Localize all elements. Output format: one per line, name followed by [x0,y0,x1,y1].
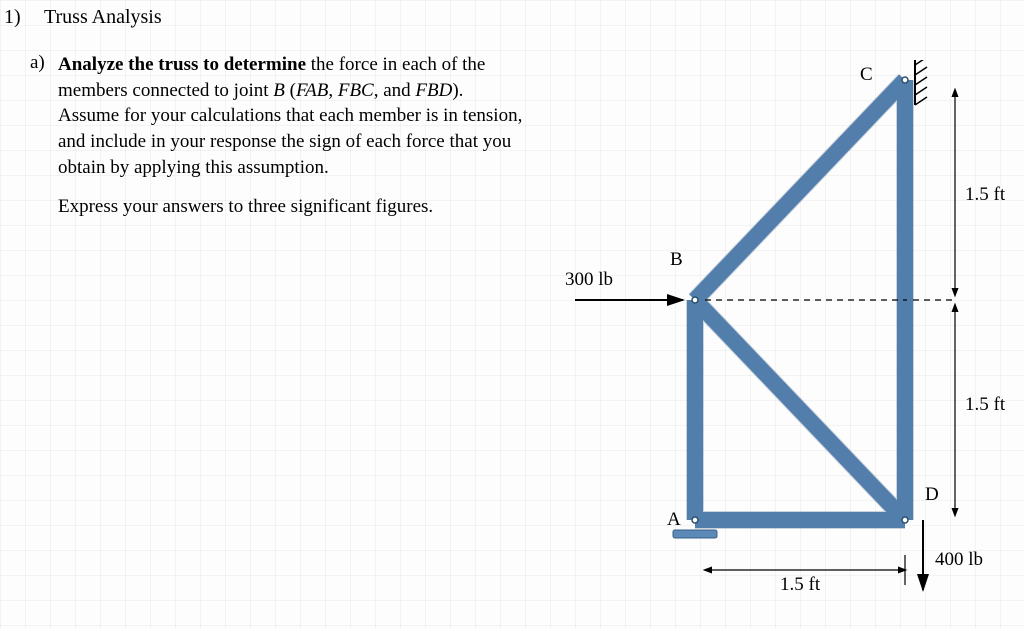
dim-label-v-top: 1.5 ft [965,184,1006,205]
dim-label-v-bot: 1.5 ft [965,394,1006,415]
pin-c [902,77,908,83]
label-a: A [667,509,681,530]
load-label-400: 400 lb [935,549,983,570]
support-a [673,530,717,538]
question-title: Truss Analysis [44,6,162,29]
question-body: Analyze the truss to determine the force… [58,52,528,234]
sep1: , [328,80,338,101]
wall-top [915,60,927,105]
force-fbc: FBC [338,80,374,101]
subpart-letter: a) [30,52,45,74]
label-b: B [670,249,683,270]
question-number: 1) [4,6,21,29]
instruction-bold: Analyze the truss to determine [58,54,306,75]
instruction-paragraph: Analyze the truss to determine the force… [58,52,528,180]
assumption-text: Assume for your calculations that each m… [58,105,522,177]
truss-diagram: 300 lb 400 lb 1.5 ft 1.5 ft 1.5 ft A B C… [555,60,1024,620]
dim-label-h: 1.5 ft [780,574,821,595]
joint-ref: B [273,80,285,101]
label-d: D [925,484,939,505]
pin-a [692,517,698,523]
pin-b [692,297,698,303]
label-c: C [860,64,873,85]
express-paragraph: Express your answers to three significan… [58,194,528,220]
paren-open: ( [285,80,296,101]
pin-d [902,517,908,523]
sep2: , and [374,80,416,101]
force-fab: FAB [296,80,328,101]
load-label-300: 300 lb [565,269,613,290]
force-fbd: FBD [415,80,452,101]
paren-close: ). [452,80,463,101]
